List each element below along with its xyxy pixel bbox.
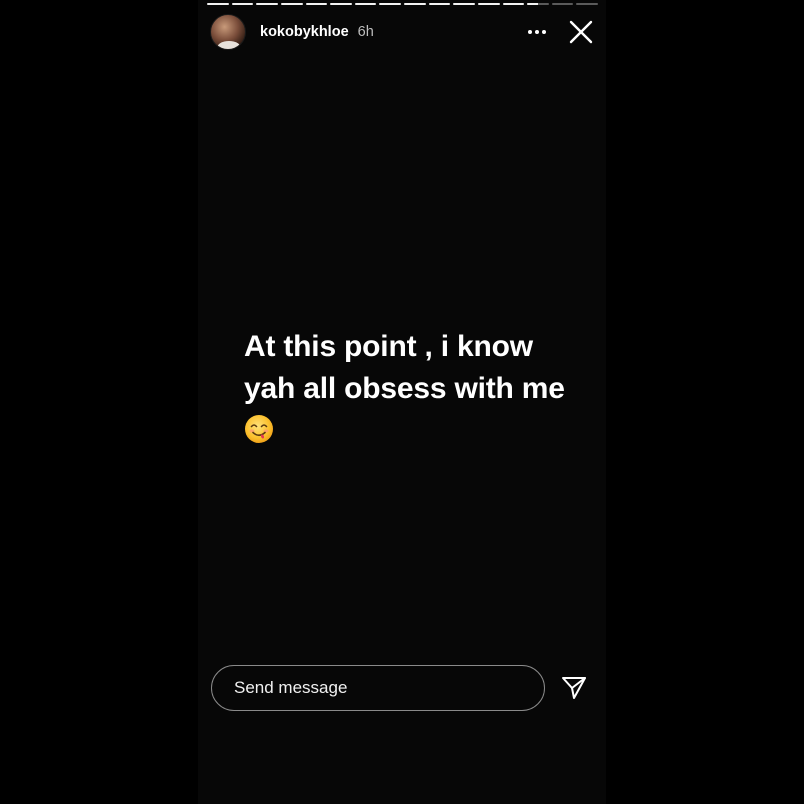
progress-segment xyxy=(256,3,278,5)
progress-segment xyxy=(551,3,574,5)
send-message-input[interactable] xyxy=(211,665,545,711)
progress-segment-fill xyxy=(453,3,475,5)
progress-segment xyxy=(502,3,525,5)
progress-segment xyxy=(576,3,598,5)
paper-plane-icon xyxy=(562,677,586,699)
progress-segment-fill xyxy=(477,3,500,5)
more-dots-icon xyxy=(528,30,546,34)
story-viewer[interactable]: kokobykhloe 6h At this point , i know ya… xyxy=(198,0,606,804)
progress-segment-fill xyxy=(502,3,525,5)
progress-segment xyxy=(207,3,229,5)
progress-segment xyxy=(379,3,401,5)
avatar-photo xyxy=(217,41,241,49)
progress-segment xyxy=(280,3,303,5)
close-icon xyxy=(569,20,593,44)
progress-segment-fill xyxy=(231,3,254,5)
story-text: At this point , i know yah all obsess wi… xyxy=(244,326,600,444)
progress-segment-fill xyxy=(404,3,426,5)
progress-segment xyxy=(305,3,328,5)
story-text-line-1: At this point , i know xyxy=(244,330,533,363)
avatar[interactable] xyxy=(210,14,246,50)
send-button[interactable] xyxy=(559,673,589,703)
close-button[interactable] xyxy=(566,17,596,47)
more-options-button[interactable] xyxy=(522,17,552,47)
story-progress-bar xyxy=(207,3,598,6)
progress-segment xyxy=(477,3,500,5)
post-time: 6h xyxy=(357,24,374,40)
progress-segment-fill xyxy=(207,3,229,5)
progress-segment-fill xyxy=(379,3,401,5)
story-footer xyxy=(211,664,596,712)
progress-segment xyxy=(527,3,549,5)
face-savoring-food-emoji xyxy=(245,415,273,443)
progress-segment-fill xyxy=(527,3,538,5)
progress-segment xyxy=(453,3,475,5)
progress-segment-fill xyxy=(280,3,303,5)
progress-segment-fill xyxy=(305,3,328,5)
username[interactable]: kokobykhloe xyxy=(260,24,349,40)
progress-segment xyxy=(428,3,451,5)
progress-segment xyxy=(231,3,254,5)
story-header: kokobykhloe 6h xyxy=(210,14,596,50)
progress-segment-fill xyxy=(256,3,278,5)
progress-segment-fill xyxy=(330,3,352,5)
story-text-line-2: yah all obsess with me xyxy=(244,372,565,405)
progress-segment xyxy=(354,3,377,5)
progress-segment-fill xyxy=(354,3,377,5)
screen: kokobykhloe 6h At this point , i know ya… xyxy=(0,0,804,804)
progress-segment xyxy=(330,3,352,5)
progress-segment-fill xyxy=(428,3,451,5)
progress-segment xyxy=(404,3,426,5)
